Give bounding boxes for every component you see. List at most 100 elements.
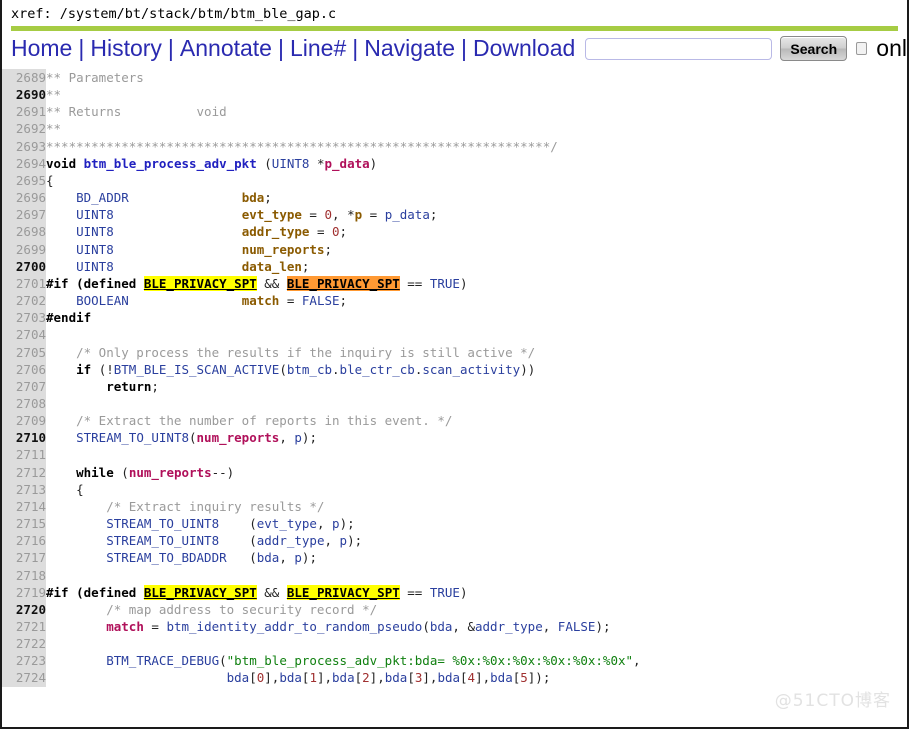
line-number[interactable]: 2692 [2, 120, 46, 138]
code-token: addr_type [241, 224, 310, 240]
search-match-highlight[interactable]: BLE_PRIVACY_SPT [286, 275, 400, 291]
line-number[interactable]: 2694 [2, 154, 46, 172]
code-token[interactable]: p_data [385, 207, 430, 222]
code-token[interactable]: BTM_BLE_IS_SCAN_ACTIVE [114, 362, 280, 377]
code-token[interactable]: p [294, 550, 302, 565]
line-number[interactable]: 2696 [2, 189, 46, 207]
line-number[interactable]: 2691 [2, 103, 46, 121]
code-token[interactable]: STREAM_TO_UINT8 [76, 430, 189, 445]
code-token[interactable]: num_reports [197, 430, 280, 445]
code-token[interactable]: p [340, 533, 348, 548]
line-number[interactable]: 2700 [2, 257, 46, 275]
nav-annotate[interactable]: Annotate [180, 35, 272, 61]
code-token[interactable]: btm_identity_addr_to_random_pseudo [166, 619, 422, 634]
code-token[interactable]: p [294, 430, 302, 445]
line-number[interactable]: 2719 [2, 583, 46, 601]
line-number[interactable]: 2721 [2, 618, 46, 636]
code-token[interactable]: bda [430, 619, 453, 634]
nav-download[interactable]: Download [473, 35, 575, 61]
code-token[interactable]: UINT8 [272, 156, 310, 171]
code-token[interactable]: bda [490, 670, 513, 685]
only-in-defs-checkbox[interactable] [856, 42, 868, 55]
search-button[interactable]: Search [780, 36, 848, 61]
code-token[interactable]: UINT8 [76, 259, 114, 274]
line-number[interactable]: 2704 [2, 326, 46, 344]
code-token[interactable]: UINT8 [76, 224, 114, 239]
line-number[interactable]: 2705 [2, 343, 46, 361]
line-number[interactable]: 2710 [2, 429, 46, 447]
line-number[interactable]: 2714 [2, 497, 46, 516]
code-token[interactable]: p_data [325, 156, 370, 171]
code-token[interactable]: BOOLEAN [76, 293, 129, 308]
line-number[interactable]: 2702 [2, 292, 46, 310]
line-number[interactable]: 2717 [2, 549, 46, 567]
code-token[interactable]: bda [257, 550, 280, 565]
code-token: ]); [527, 670, 551, 686]
code-token[interactable]: bda [437, 670, 460, 685]
line-source [46, 567, 907, 584]
code-token[interactable]: TRUE [430, 585, 460, 600]
line-number[interactable]: 2712 [2, 463, 46, 481]
line-number[interactable]: 2690 [2, 86, 46, 104]
code-token: /* Extract inquiry results */ [46, 498, 325, 514]
line-number[interactable]: 2689 [2, 69, 46, 87]
code-token[interactable]: FALSE [302, 293, 340, 308]
search-match-highlight[interactable]: BLE_PRIVACY_SPT [143, 584, 257, 600]
line-number[interactable]: 2697 [2, 206, 46, 224]
code-token[interactable]: bda [227, 670, 250, 685]
line-source [46, 635, 907, 652]
search-match-highlight[interactable]: BLE_PRIVACY_SPT [286, 584, 400, 600]
line-number[interactable]: 2709 [2, 412, 46, 430]
code-token[interactable]: STREAM_TO_BDADDR [106, 550, 226, 565]
line-number[interactable]: 2715 [2, 515, 46, 533]
code-token[interactable]: UINT8 [76, 242, 114, 257]
code-token[interactable]: bda [279, 670, 302, 685]
code-token[interactable]: BTM_TRACE_DEBUG [106, 653, 219, 668]
code-token[interactable]: addr_type [475, 619, 543, 634]
code-token[interactable]: btm_ble_process_adv_pkt [84, 156, 257, 171]
code-token[interactable]: num_reports [129, 465, 212, 480]
line-number[interactable]: 2723 [2, 652, 46, 670]
line-number[interactable]: 2718 [2, 566, 46, 584]
line-number[interactable]: 2713 [2, 480, 46, 498]
line-number[interactable]: 2703 [2, 309, 46, 327]
line-number[interactable]: 2698 [2, 223, 46, 241]
line-number[interactable]: 2707 [2, 377, 46, 395]
nav-history[interactable]: History [90, 35, 162, 61]
line-source [46, 326, 907, 343]
code-token[interactable]: btm_cb [287, 362, 332, 377]
code-token[interactable]: ble_ctr_cb [340, 362, 415, 377]
line-number[interactable]: 2706 [2, 360, 46, 378]
line-number[interactable]: 2724 [2, 669, 46, 687]
nav-linenumber[interactable]: Line# [290, 35, 346, 61]
search-match-highlight[interactable]: BLE_PRIVACY_SPT [143, 275, 257, 291]
code-token: , [316, 516, 333, 532]
line-number[interactable]: 2699 [2, 240, 46, 258]
line-number[interactable]: 2695 [2, 171, 46, 190]
code-token[interactable]: TRUE [430, 276, 460, 291]
nav-navigate[interactable]: Navigate [364, 35, 455, 61]
code-token[interactable]: STREAM_TO_UINT8 [106, 533, 219, 548]
code-token[interactable]: STREAM_TO_UINT8 [106, 516, 219, 531]
code-token[interactable]: bda [332, 670, 355, 685]
code-token[interactable]: match [106, 619, 144, 634]
line-number[interactable]: 2701 [2, 274, 46, 293]
code-token[interactable]: bda [385, 670, 408, 685]
line-number[interactable]: 2711 [2, 446, 46, 464]
code-token[interactable]: evt_type [257, 516, 317, 531]
nav-home[interactable]: Home [11, 35, 72, 61]
code-token[interactable]: scan_activity [422, 362, 520, 377]
code-token[interactable]: UINT8 [76, 207, 114, 222]
code-token[interactable]: FALSE [558, 619, 596, 634]
code-token[interactable]: p [332, 516, 340, 531]
code-token[interactable]: addr_type [257, 533, 325, 548]
line-number[interactable]: 2693 [2, 137, 46, 155]
line-number[interactable]: 2708 [2, 394, 46, 413]
line-number[interactable]: 2720 [2, 600, 46, 618]
line-number[interactable]: 2722 [2, 635, 46, 653]
search-input[interactable] [585, 37, 773, 60]
line-number[interactable]: 2716 [2, 532, 46, 550]
code-token[interactable]: BD_ADDR [76, 190, 129, 205]
